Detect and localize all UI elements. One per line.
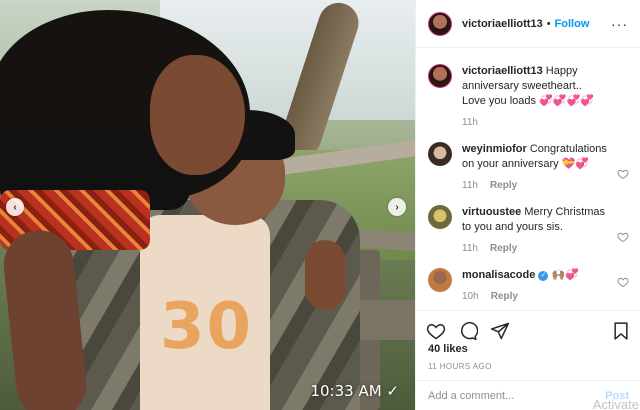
caption: victoriaelliott13 Happy anniversary swee… — [428, 64, 629, 130]
verified-badge-icon: ✓ — [538, 271, 549, 281]
comment-input[interactable] — [428, 389, 606, 402]
photo-woman-face — [150, 55, 245, 175]
comment-age[interactable]: 11h — [462, 115, 478, 130]
comment-username[interactable]: victoriaelliott13 — [462, 65, 543, 77]
photo-shirt-print: 30 — [160, 290, 254, 364]
reply-button[interactable]: Reply — [490, 178, 517, 193]
likes-count[interactable]: 40 likes — [428, 343, 468, 355]
post-age[interactable]: 11 HOURS AGO — [428, 362, 492, 371]
avatar[interactable] — [428, 142, 452, 166]
like-heart-icon[interactable] — [426, 321, 446, 341]
photo-timestamp: 10:33 AM ✓ — [310, 382, 399, 400]
header-username[interactable]: victoriaelliott13 — [462, 18, 543, 30]
previous-photo-button[interactable]: ‹ — [6, 198, 24, 216]
post-photo[interactable]: 30 10:33 AM ✓ ‹ › — [0, 0, 415, 410]
like-comment-heart-icon[interactable] — [617, 231, 629, 243]
chevron-left-icon: ‹ — [13, 201, 17, 213]
avatar[interactable] — [428, 205, 452, 229]
post-side-panel: victoriaelliott13 • Follow ··· victoriae… — [415, 0, 640, 410]
avatar[interactable] — [428, 64, 452, 88]
comment-username[interactable]: virtuoustee — [462, 206, 521, 218]
like-comment-heart-icon[interactable] — [617, 276, 629, 288]
comment-emoji: 🙌🏽💞 — [551, 269, 579, 281]
comment-emoji: 💞💞💞💞 — [539, 95, 594, 107]
next-photo-button[interactable]: › — [388, 198, 406, 216]
follow-button[interactable]: Follow — [555, 18, 590, 30]
comment-emoji: 💝💞 — [561, 158, 590, 170]
comment-age[interactable]: 11h — [462, 241, 478, 256]
list-item: weyinmiofor Congratulations on your anni… — [428, 142, 629, 193]
post-header: victoriaelliott13 • Follow ··· — [416, 0, 640, 48]
more-options-icon[interactable]: ··· — [611, 16, 628, 32]
reply-button[interactable]: Reply — [491, 289, 518, 304]
comment-username[interactable]: weyinmiofor — [462, 143, 527, 155]
save-bookmark-icon[interactable] — [611, 321, 631, 341]
comment-username[interactable]: monalisacode — [462, 269, 535, 281]
like-comment-heart-icon[interactable] — [617, 168, 629, 180]
chevron-right-icon: › — [395, 201, 399, 213]
comment-age[interactable]: 10h — [462, 289, 479, 304]
activate-windows-watermark: Activate — [592, 397, 639, 410]
comment-age[interactable]: 11h — [462, 178, 478, 193]
avatar[interactable] — [428, 268, 452, 292]
header-separator: • — [546, 17, 551, 30]
comments-list[interactable]: victoriaelliott13 Happy anniversary swee… — [416, 52, 640, 310]
avatar[interactable] — [428, 11, 452, 36]
add-comment-bar: Post Activate — [416, 380, 640, 410]
comment-bubble-icon[interactable] — [458, 321, 478, 341]
share-paper-plane-icon[interactable] — [490, 321, 510, 341]
list-item: monalisacode ✓ 🙌🏽💞 10h Reply — [428, 268, 629, 304]
reply-button[interactable]: Reply — [490, 241, 517, 256]
photo-woman-hand — [305, 240, 345, 310]
list-item: virtuoustee Merry Christmas to you and y… — [428, 205, 629, 256]
